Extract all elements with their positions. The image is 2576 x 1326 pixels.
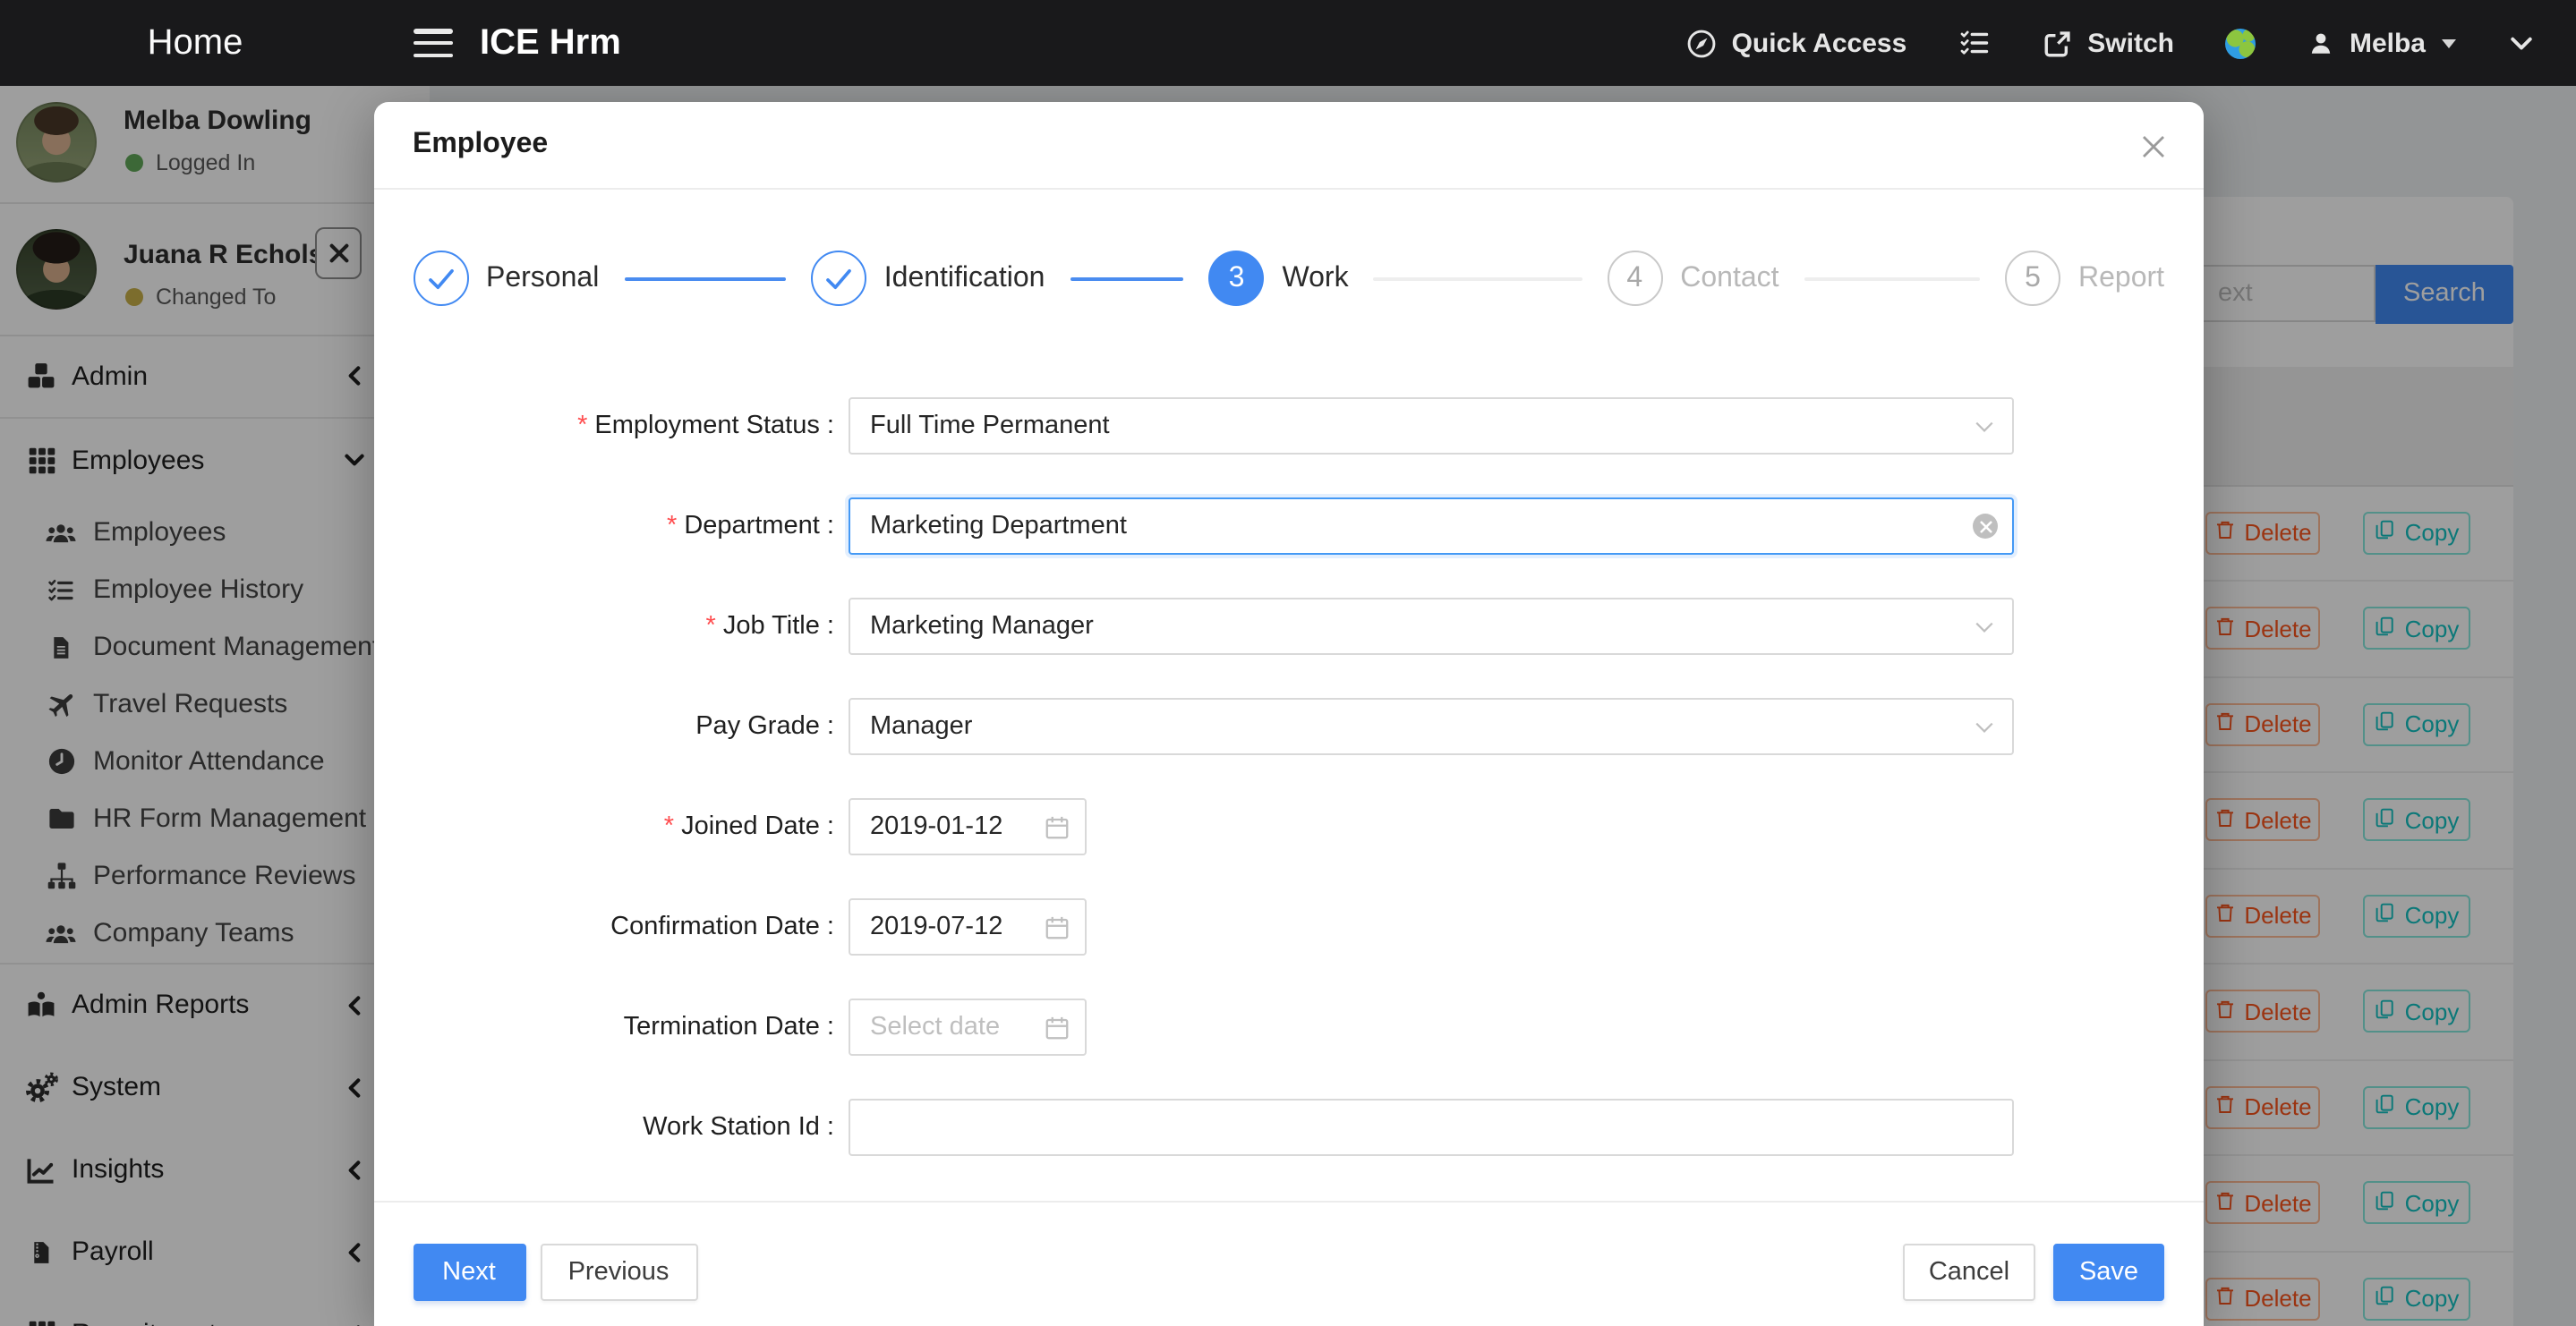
chevron-down-icon xyxy=(1975,721,1994,734)
step-number: 5 xyxy=(2005,251,2060,306)
job-title-select[interactable]: Marketing Manager xyxy=(849,598,2014,655)
cancel-button[interactable]: Cancel xyxy=(1903,1244,2035,1301)
quick-access-button[interactable]: Quick Access xyxy=(1687,28,1907,58)
step-connector xyxy=(624,276,785,280)
collapse-header-button[interactable] xyxy=(2508,30,2535,56)
clear-icon[interactable] xyxy=(1973,514,1998,539)
step-connector xyxy=(1804,276,1980,280)
calendar-icon xyxy=(1044,1014,1070,1041)
step-check-icon xyxy=(811,251,866,306)
list-check-icon xyxy=(1958,27,1991,59)
user-name-label: Melba xyxy=(2350,28,2426,58)
compass-icon xyxy=(1687,28,1718,58)
field-label: Termination Date xyxy=(373,999,834,1056)
globe-icon xyxy=(2226,28,2256,58)
field-label: Joined Date xyxy=(373,798,834,855)
field-label: Department xyxy=(373,497,834,555)
home-link[interactable]: Home xyxy=(0,0,390,86)
step-connector xyxy=(1374,276,1582,280)
step-report[interactable]: 5 Report xyxy=(2005,251,2164,306)
close-icon[interactable] xyxy=(2139,132,2168,160)
save-button[interactable]: Save xyxy=(2053,1244,2164,1301)
app-title: ICE Hrm xyxy=(480,0,621,86)
step-number: 4 xyxy=(1607,251,1662,306)
work-form: Employment Status Full Time Permanent De… xyxy=(373,397,2204,1199)
footer-divider xyxy=(373,1201,2204,1203)
calendar-icon xyxy=(1044,813,1070,840)
switch-label: Switch xyxy=(2087,28,2174,58)
switch-user-button[interactable]: Switch xyxy=(2043,28,2174,58)
hamburger-menu-icon[interactable] xyxy=(414,29,453,65)
steps-wizard: Personal Identification 3 Work 4 Contact xyxy=(413,234,2164,323)
user-menu[interactable]: Melba xyxy=(2308,28,2456,58)
field-label: Confirmation Date xyxy=(373,898,834,956)
work-station-id-input[interactable] xyxy=(849,1099,2014,1156)
calendar-icon xyxy=(1044,914,1070,940)
quick-access-label: Quick Access xyxy=(1732,28,1907,58)
step-work[interactable]: 3 Work xyxy=(1209,251,1608,306)
caret-down-icon xyxy=(2442,38,2456,47)
topbar-actions: Quick Access Switch Melba xyxy=(1687,0,2535,86)
field-label: Work Station Id xyxy=(373,1099,834,1156)
chevron-down-icon xyxy=(1975,621,1994,633)
previous-button[interactable]: Previous xyxy=(540,1244,697,1301)
step-check-icon xyxy=(413,251,468,306)
employment-status-select[interactable]: Full Time Permanent xyxy=(849,397,2014,455)
step-contact[interactable]: 4 Contact xyxy=(1607,251,2005,306)
step-identification[interactable]: Identification xyxy=(811,251,1209,306)
screen: Home ICE Hrm Quick Access Switch xyxy=(0,0,2576,1326)
field-label: Job Title xyxy=(373,598,834,655)
user-icon xyxy=(2308,30,2335,56)
field-label: Employment Status xyxy=(373,397,834,455)
step-connector xyxy=(1070,276,1183,280)
department-select[interactable]: Marketing Department xyxy=(849,497,2014,555)
language-globe-button[interactable] xyxy=(2226,28,2256,58)
modal-title: Employee xyxy=(413,128,548,160)
field-label: Pay Grade xyxy=(373,698,834,755)
pay-grade-select[interactable]: Manager xyxy=(849,698,2014,755)
step-number: 3 xyxy=(1209,251,1265,306)
switch-icon xyxy=(2043,28,2073,58)
modal-header: Employee xyxy=(373,101,2204,189)
chevron-down-icon xyxy=(2508,30,2535,56)
step-personal[interactable]: Personal xyxy=(413,251,811,306)
tasks-button[interactable] xyxy=(1958,27,1991,59)
chevron-down-icon xyxy=(1975,421,1994,433)
next-button[interactable]: Next xyxy=(413,1244,525,1301)
employee-modal: Employee Personal Identification 3 xyxy=(373,101,2204,1326)
topbar: Home ICE Hrm Quick Access Switch xyxy=(0,0,2576,86)
